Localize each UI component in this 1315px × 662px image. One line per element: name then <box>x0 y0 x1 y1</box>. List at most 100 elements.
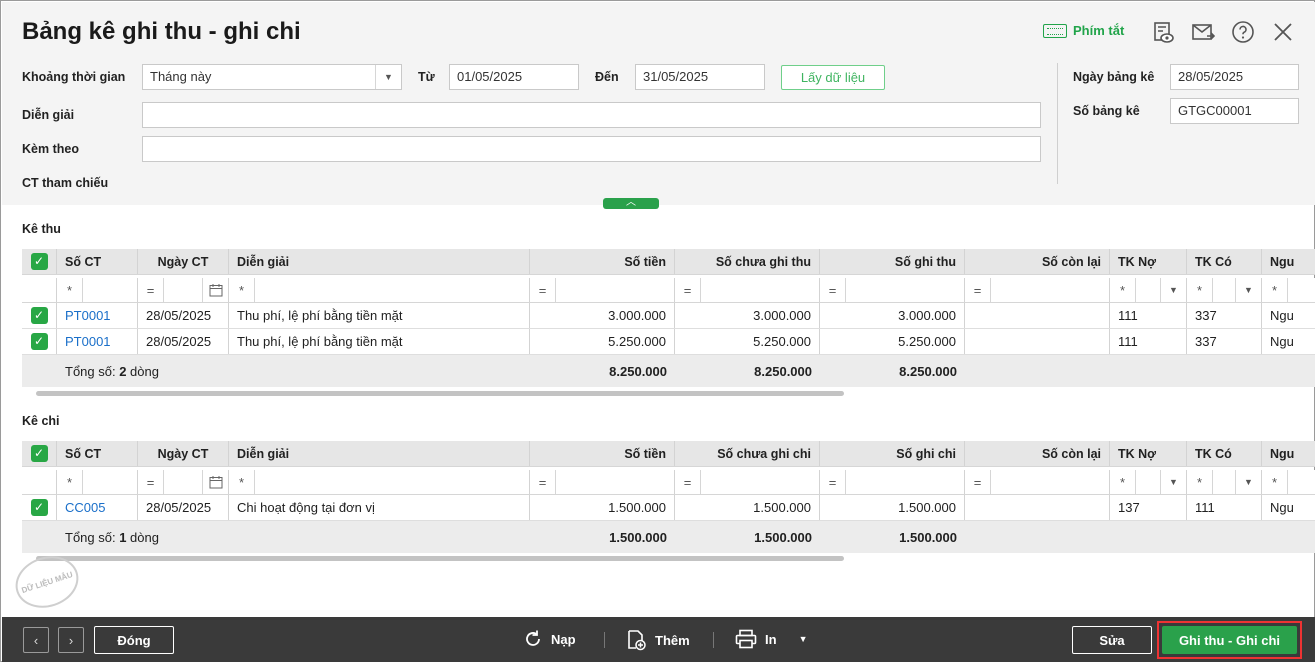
list-date-field[interactable]: 28/05/2025 <box>1170 64 1299 90</box>
attach-field[interactable] <box>142 136 1041 162</box>
close-icon[interactable] <box>1271 20 1295 44</box>
help-icon[interactable] <box>1231 20 1255 44</box>
row-checkbox[interactable]: ✓ <box>30 307 48 324</box>
calendar-icon[interactable] <box>202 278 228 302</box>
column-header[interactable]: Số ghi thu <box>820 249 965 274</box>
filter-cell[interactable]: * <box>1262 470 1315 494</box>
print-button[interactable]: In ▼ <box>735 629 807 649</box>
filter-operator[interactable]: * <box>1187 470 1213 494</box>
column-header[interactable]: Số còn lại <box>965 249 1110 274</box>
filter-cell[interactable]: * ▼ <box>1187 470 1262 494</box>
filter-operator[interactable]: = <box>820 470 846 494</box>
column-header[interactable]: Số tiền <box>530 249 675 274</box>
from-date-field[interactable]: 01/05/2025 <box>449 64 579 90</box>
chevron-down-icon[interactable]: ▼ <box>1160 278 1186 302</box>
next-icon[interactable]: › <box>58 627 84 653</box>
voucher-link[interactable]: PT0001 <box>65 334 111 349</box>
close-button[interactable]: Đóng <box>94 626 174 654</box>
view-icon[interactable] <box>1151 20 1175 44</box>
row-checkbox[interactable]: ✓ <box>30 499 48 516</box>
filter-cell[interactable]: * <box>57 470 138 494</box>
period-select[interactable]: Tháng này ▼ <box>142 64 402 90</box>
filter-cell[interactable]: = <box>530 278 675 302</box>
column-header[interactable]: Số ghi chi <box>820 441 965 466</box>
column-header[interactable]: TK Có <box>1187 441 1262 466</box>
chevron-down-icon[interactable]: ▼ <box>375 65 401 89</box>
filter-cell[interactable]: * <box>1262 278 1315 302</box>
filter-operator[interactable]: * <box>229 278 255 302</box>
column-header[interactable]: Diễn giải <box>229 249 530 274</box>
table-row[interactable]: ✓ PT0001 28/05/2025 Thu phí, lệ phí bằng ti… <box>22 329 1315 355</box>
record-button[interactable]: Ghi thu - Ghi chi <box>1162 626 1297 654</box>
column-header[interactable]: Ngu <box>1262 441 1315 466</box>
column-header[interactable]: Số còn lại <box>965 441 1110 466</box>
filter-operator[interactable]: * <box>57 470 83 494</box>
chevron-down-icon[interactable]: ▼ <box>1235 470 1261 494</box>
select-all-checkbox[interactable]: ✓ <box>30 253 48 270</box>
column-header[interactable]: Số tiền <box>530 441 675 466</box>
filter-cell[interactable]: = <box>965 470 1110 494</box>
filter-operator[interactable]: * <box>1262 470 1288 494</box>
prev-icon[interactable]: ‹ <box>23 627 49 653</box>
add-button[interactable]: Thêm <box>625 629 690 651</box>
column-header[interactable]: Số chưa ghi chi <box>675 441 820 466</box>
chevron-down-icon[interactable]: ▼ <box>1235 278 1261 302</box>
filter-operator[interactable]: = <box>675 278 701 302</box>
filter-operator[interactable]: * <box>1262 278 1288 302</box>
email-icon[interactable] <box>1191 20 1215 44</box>
filter-cell[interactable]: = <box>675 470 820 494</box>
filter-cell[interactable]: = <box>138 278 229 302</box>
table-row[interactable]: ✓ PT0001 28/05/2025 Thu phí, lệ phí bằng ti… <box>22 303 1315 329</box>
filter-cell[interactable]: * <box>229 470 530 494</box>
column-header[interactable]: TK Có <box>1187 249 1262 274</box>
reload-button[interactable]: Nạp <box>523 629 576 649</box>
voucher-link[interactable]: CC005 <box>65 500 105 515</box>
column-header[interactable]: Số CT <box>57 249 138 274</box>
column-header[interactable]: TK Nợ <box>1110 249 1187 274</box>
column-header[interactable]: Ngày CT <box>138 249 229 274</box>
filter-operator[interactable]: = <box>965 470 991 494</box>
select-all-checkbox[interactable]: ✓ <box>30 445 48 462</box>
filter-cell[interactable]: = <box>675 278 820 302</box>
description-field[interactable] <box>142 102 1041 128</box>
row-checkbox[interactable]: ✓ <box>30 333 48 350</box>
column-header[interactable]: Số CT <box>57 441 138 466</box>
filter-operator[interactable]: * <box>57 278 83 302</box>
filter-cell[interactable]: * <box>229 278 530 302</box>
filter-cell[interactable]: = <box>138 470 229 494</box>
filter-cell[interactable]: = <box>965 278 1110 302</box>
filter-operator[interactable]: = <box>965 278 991 302</box>
filter-operator[interactable]: * <box>229 470 255 494</box>
column-header[interactable]: Số chưa ghi thu <box>675 249 820 274</box>
filter-operator[interactable]: * <box>1110 278 1136 302</box>
column-header[interactable]: TK Nợ <box>1110 441 1187 466</box>
column-header[interactable]: Ngày CT <box>138 441 229 466</box>
hotkey-button[interactable]: Phím tắt <box>1043 23 1124 38</box>
filter-cell[interactable]: = <box>820 470 965 494</box>
filter-cell[interactable]: * <box>57 278 138 302</box>
filter-operator[interactable]: = <box>675 470 701 494</box>
filter-operator[interactable]: = <box>138 470 164 494</box>
filter-operator[interactable]: * <box>1187 278 1213 302</box>
voucher-link[interactable]: PT0001 <box>65 308 111 323</box>
filter-cell[interactable]: * ▼ <box>1110 278 1187 302</box>
filter-operator[interactable]: * <box>1110 470 1136 494</box>
table-row[interactable]: ✓ CC005 28/05/2025 Chi hoạt động tại đơn vị… <box>22 495 1315 521</box>
filter-operator[interactable]: = <box>820 278 846 302</box>
column-header[interactable]: Diễn giải <box>229 441 530 466</box>
filter-cell[interactable]: = <box>820 278 965 302</box>
filter-operator[interactable]: = <box>138 278 164 302</box>
fetch-data-button[interactable]: Lấy dữ liệu <box>781 65 885 90</box>
receipts-scrollbar[interactable] <box>36 391 844 396</box>
filter-cell[interactable]: = <box>530 470 675 494</box>
filter-cell[interactable]: * ▼ <box>1187 278 1262 302</box>
list-no-field[interactable]: GTGC00001 <box>1170 98 1299 124</box>
calendar-icon[interactable] <box>202 470 228 494</box>
column-header[interactable]: Ngu <box>1262 249 1315 274</box>
filter-cell[interactable]: * ▼ <box>1110 470 1187 494</box>
chevron-down-icon[interactable]: ▼ <box>1160 470 1186 494</box>
edit-button[interactable]: Sửa <box>1072 626 1152 654</box>
filter-operator[interactable]: = <box>530 278 556 302</box>
collapse-button[interactable]: ︿ <box>603 198 659 209</box>
payments-scrollbar[interactable] <box>36 556 844 561</box>
